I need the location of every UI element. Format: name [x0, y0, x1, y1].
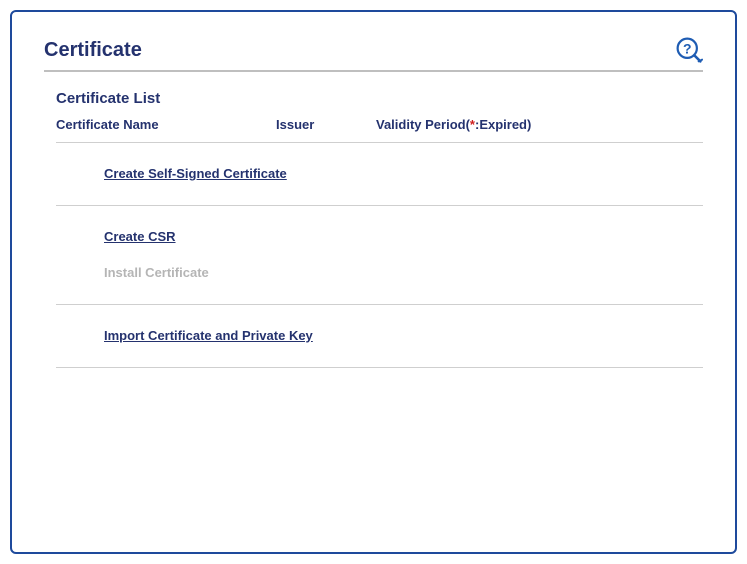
page-title: Certificate	[44, 39, 142, 62]
validity-suffix: :Expired)	[475, 117, 531, 132]
create-self-signed-link[interactable]: Create Self-Signed Certificate	[104, 166, 287, 181]
row-create-csr: Create CSR	[56, 205, 703, 250]
column-headers: Certificate Name Issuer Validity Period(…	[56, 117, 703, 132]
header-row: Certificate ?	[44, 36, 703, 72]
col-header-validity: Validity Period(*:Expired)	[376, 117, 596, 132]
certificate-panel: Certificate ? Certificate List Certifica…	[10, 10, 737, 554]
import-cert-key-link[interactable]: Import Certificate and Private Key	[104, 328, 313, 343]
install-certificate-disabled: Install Certificate	[104, 265, 209, 280]
row-import-cert-key: Import Certificate and Private Key	[56, 304, 703, 368]
svg-text:?: ?	[683, 41, 692, 57]
col-header-issuer: Issuer	[276, 117, 376, 132]
help-icon[interactable]: ?	[675, 36, 703, 64]
content-area: Certificate List Certificate Name Issuer…	[44, 72, 703, 368]
certificate-list-subtitle: Certificate List	[56, 90, 703, 107]
validity-prefix: Validity Period(	[376, 117, 470, 132]
col-header-name: Certificate Name	[56, 117, 276, 132]
row-install-cert: Install Certificate	[56, 250, 703, 304]
create-csr-link[interactable]: Create CSR	[104, 229, 176, 244]
row-create-self-signed: Create Self-Signed Certificate	[56, 142, 703, 205]
